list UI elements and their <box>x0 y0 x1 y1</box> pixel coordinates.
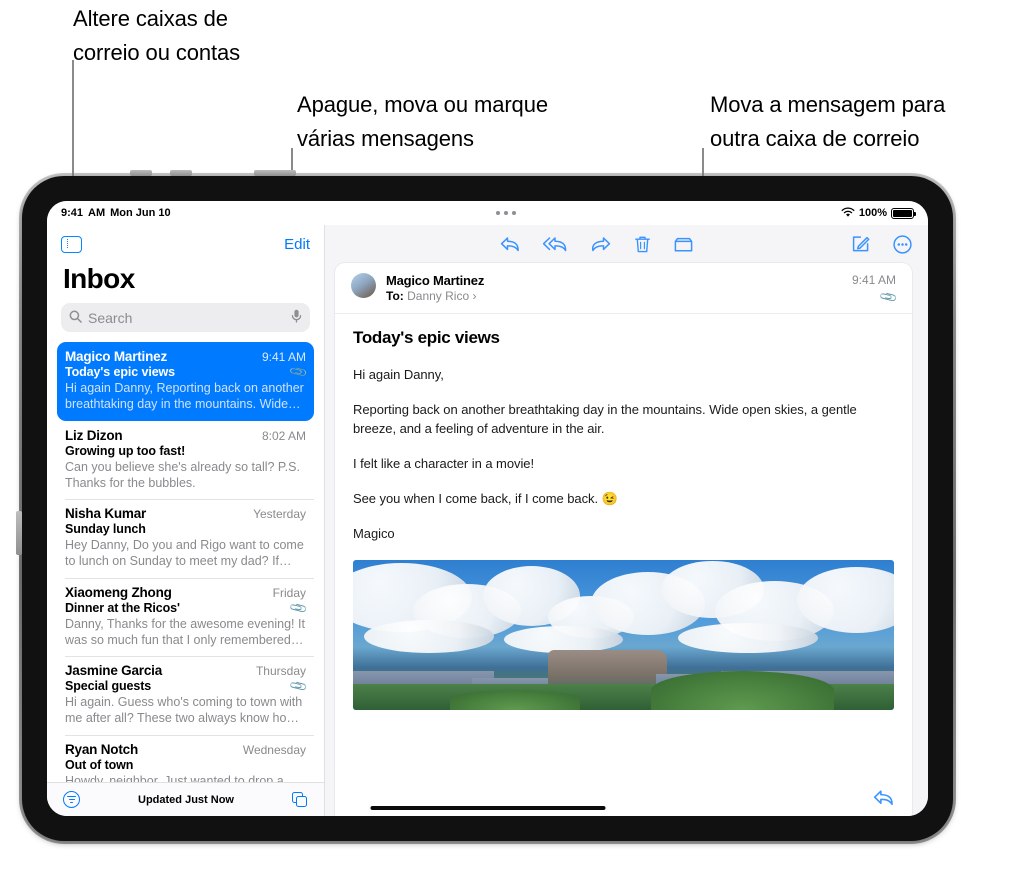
mail-subject: Out of town <box>65 757 134 772</box>
trash-can-icon[interactable] <box>634 235 651 254</box>
mail-sender: Jasmine Garcia <box>65 663 163 678</box>
callout-label-move: Mova a mensagem para outra caixa de corr… <box>710 92 946 152</box>
mail-subject: Growing up too fast! <box>65 443 186 458</box>
copy-icon[interactable] <box>291 791 308 808</box>
mail-list-toolbar: Edit <box>47 225 324 263</box>
mail-list[interactable]: Magico Martinez 9:41 AM Today's epic vie… <box>47 342 324 782</box>
message-recipient-row[interactable]: To: Danny Rico › <box>386 289 842 303</box>
to-recipient: Danny Rico <box>407 289 470 303</box>
mail-time: Wednesday <box>242 742 306 757</box>
search-input[interactable] <box>88 309 285 326</box>
mail-time: Friday <box>272 585 306 600</box>
mail-list-item[interactable]: Nisha Kumar Yesterday Sunday lunch 📎 Hey… <box>57 499 314 578</box>
page-title: Inbox <box>63 263 135 294</box>
power-button[interactable] <box>254 170 296 176</box>
message-subject: Today's epic views <box>353 328 500 347</box>
mail-list-item[interactable]: Jasmine Garcia Thursday Special guests 📎… <box>57 656 314 735</box>
message-paragraph: Magico <box>353 525 395 541</box>
message-paragraph: Hi again Danny, <box>353 367 444 382</box>
sidebar-toggle-icon[interactable] <box>61 235 82 253</box>
magnifying-glass-icon <box>69 310 82 326</box>
message-right-group <box>852 234 912 254</box>
callout-label-mailboxes: Altere caixas de correio ou contas <box>73 6 241 66</box>
message-header[interactable]: Magico Martinez To: Danny Rico › 9:41 AM… <box>335 263 912 314</box>
mountain-landscape-photo[interactable] <box>353 559 894 710</box>
message-action-group <box>500 235 693 254</box>
volume-down-button[interactable] <box>170 170 192 176</box>
message-paragraph: I felt like a character in a movie! <box>353 455 535 471</box>
mail-sender: Nisha Kumar <box>65 506 147 521</box>
wifi-icon <box>841 207 855 220</box>
message-body-scroll[interactable]: Today's epic views Hi again Danny, Repor… <box>335 314 912 780</box>
ipad-device-frame: 9:41 AM Mon Jun 10 100% Edit Inbox Searc… <box>16 170 956 844</box>
mail-preview: Danny, Thanks for the awesome evening! I… <box>65 616 305 647</box>
split-view: Edit Inbox Search Magico Martinez 9:41 A… <box>47 225 928 816</box>
message-card: Magico Martinez To: Danny Rico › 9:41 AM… <box>335 263 912 816</box>
mail-list-pane: Edit Inbox Search Magico Martinez 9:41 A… <box>47 225 325 816</box>
battery-percent-label: 100% <box>858 207 887 219</box>
forward-arrow-icon[interactable] <box>591 236 611 253</box>
mail-list-item[interactable]: Magico Martinez 9:41 AM Today's epic vie… <box>57 342 314 421</box>
mail-time: 8:02 AM <box>261 428 306 443</box>
message-timestamp: 9:41 AM <box>851 273 896 287</box>
mail-subject: Sunday lunch <box>65 522 146 536</box>
update-status-text: Updated Just Now <box>138 793 234 806</box>
mail-list-item[interactable]: Xiaomeng Zhong Friday Dinner at the Rico… <box>57 577 314 657</box>
to-label: To: <box>386 289 404 303</box>
mail-list-item[interactable]: Liz Dizon 8:02 AM Growing up too fast! 📎… <box>57 421 314 500</box>
microphone-icon[interactable] <box>291 309 302 326</box>
mail-preview: Howdy, neighbor, Just wanted to drop a q… <box>65 773 284 783</box>
search-row <box>47 303 324 342</box>
mail-subject: Special guests <box>65 679 152 693</box>
chevron-right-icon: › <box>472 289 477 303</box>
status-bar-time: 9:41 <box>61 207 84 219</box>
message-sender-name: Magico Martinez <box>386 273 485 288</box>
mail-subject: Dinner at the Ricos' <box>65 600 180 615</box>
message-pane: Magico Martinez To: Danny Rico › 9:41 AM… <box>325 225 928 816</box>
ipad-screen: 9:41 AM Mon Jun 10 100% Edit Inbox Searc… <box>47 201 928 816</box>
mail-subject: Today's epic views <box>65 365 176 379</box>
callout-label-edit: Apague, mova ou marque várias mensagens <box>297 92 548 152</box>
message-toolbar <box>325 225 928 263</box>
status-bar: 9:41 AM Mon Jun 10 100% <box>47 201 928 225</box>
avatar <box>351 273 376 298</box>
paperclip-icon: 📎 <box>878 286 899 308</box>
mail-preview: Can you believe she's already so tall? P… <box>65 459 300 490</box>
status-bar-ampm: AM <box>88 207 106 219</box>
mail-sender: Magico Martinez <box>65 349 168 364</box>
compose-pencil-icon[interactable] <box>852 235 870 253</box>
mail-sender: Xiaomeng Zhong <box>65 584 172 600</box>
mail-time: Yesterday <box>253 507 306 521</box>
filter-icon[interactable] <box>63 791 80 808</box>
message-paragraph: See you when I come back, if I come back… <box>353 490 618 506</box>
message-footer <box>335 780 912 816</box>
folder-icon[interactable] <box>674 236 693 253</box>
edit-button[interactable]: Edit <box>284 236 310 253</box>
accessory-connector <box>16 511 22 555</box>
mail-preview: Hi again Danny, Reporting back on anothe… <box>65 381 304 412</box>
message-paragraph: Reporting back on another breathtaking d… <box>353 401 857 436</box>
search-box[interactable] <box>61 303 310 332</box>
mail-sender: Ryan Notch <box>65 741 139 757</box>
mail-list-bottom-bar: Updated Just Now <box>47 782 324 816</box>
mail-preview: Hey Danny, Do you and Rigo want to come … <box>65 538 304 569</box>
mail-sender: Liz Dizon <box>65 427 123 443</box>
three-dots-icon <box>495 211 516 215</box>
home-indicator[interactable] <box>370 806 605 810</box>
reply-all-arrow-icon[interactable] <box>543 236 568 253</box>
more-ellipsis-circle-icon[interactable] <box>893 234 912 254</box>
status-bar-date: Mon Jun 10 <box>110 207 171 219</box>
mail-preview: Hi again. Guess who's coming to town wit… <box>65 695 303 726</box>
volume-up-button[interactable] <box>130 170 152 176</box>
mail-list-item[interactable]: Ryan Notch Wednesday Out of town 📎 Howdy… <box>57 734 314 783</box>
battery-icon <box>891 207 916 219</box>
reply-arrow-icon[interactable] <box>873 789 894 807</box>
reply-arrow-icon[interactable] <box>500 236 520 253</box>
